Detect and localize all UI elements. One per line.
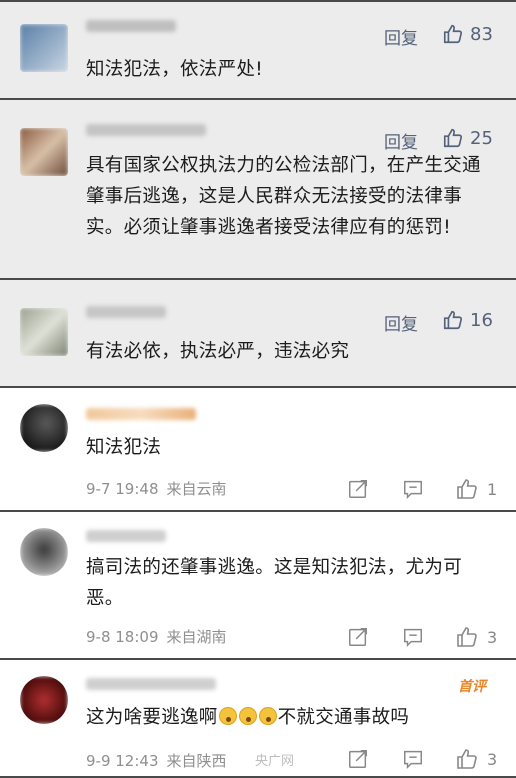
like-button[interactable]: 3 bbox=[455, 625, 497, 649]
reply-button[interactable]: 回复 bbox=[384, 310, 418, 335]
like-button[interactable]: 16 bbox=[442, 309, 493, 331]
like-count: 3 bbox=[487, 749, 498, 769]
comment-text: 搞司法的还肇事逃逸。这是知法犯法，尤为可恶。 bbox=[86, 557, 463, 609]
thumbs-up-icon bbox=[457, 627, 477, 647]
share-icon bbox=[349, 628, 367, 646]
avatar[interactable] bbox=[20, 404, 68, 452]
like-button[interactable]: 25 bbox=[442, 127, 493, 149]
username-blurred[interactable] bbox=[86, 124, 206, 136]
username-blurred[interactable] bbox=[86, 678, 216, 690]
comment-card-2: 回复 25 具有国家公权执法力的公检法部门，在产生交通肇事后逃逸，这是人民群众无… bbox=[0, 98, 516, 278]
thumbs-up-icon bbox=[457, 479, 477, 499]
comment-text-part-1: 这为啥要逃逸啊 bbox=[86, 707, 218, 728]
comment-button[interactable] bbox=[402, 478, 424, 500]
share-button[interactable] bbox=[347, 626, 369, 648]
like-count: 25 bbox=[470, 127, 493, 149]
comment-text: 知法犯法，依法严处! bbox=[86, 59, 263, 80]
avatar[interactable] bbox=[20, 676, 68, 724]
thumbs-up-icon bbox=[457, 749, 477, 769]
avatar[interactable] bbox=[20, 24, 68, 72]
comment-date: 9-8 18:09 bbox=[86, 628, 159, 646]
avatar[interactable] bbox=[20, 128, 68, 176]
comment-location: 来自云南 bbox=[166, 480, 227, 498]
thumbs-up-icon bbox=[443, 310, 463, 330]
thinking-face-emoji-icon bbox=[258, 707, 277, 725]
username-blurred[interactable] bbox=[86, 408, 196, 420]
reply-button[interactable]: 回复 bbox=[384, 24, 418, 49]
like-button[interactable]: 3 bbox=[455, 747, 497, 771]
share-button[interactable] bbox=[347, 478, 369, 500]
comment-icon bbox=[404, 480, 422, 500]
comment-card-4: 知法犯法 9-7 19:48 来自云南 1 bbox=[0, 386, 516, 510]
first-comment-badge: 首评 bbox=[458, 679, 486, 695]
thumbs-up-icon bbox=[443, 128, 463, 148]
share-icon bbox=[349, 480, 367, 498]
username-blurred[interactable] bbox=[86, 530, 166, 542]
avatar[interactable] bbox=[20, 528, 68, 576]
comment-card-5: 搞司法的还肇事逃逸。这是知法犯法，尤为可恶。 9-8 18:09 来自湖南 3 bbox=[0, 510, 516, 658]
comment-date: 9-7 19:48 bbox=[86, 480, 159, 498]
thinking-face-emoji-icon bbox=[218, 707, 237, 725]
comment-location: 来自湖南 bbox=[166, 628, 227, 646]
comment-card-1: 回复 83 知法犯法，依法严处! bbox=[0, 0, 516, 98]
like-button[interactable]: 1 bbox=[455, 477, 497, 501]
comment-meta: 9-7 19:48 来自云南 bbox=[86, 478, 227, 499]
comment-location: 来自陕西 bbox=[166, 752, 227, 770]
comment-text: 这为啥要逃逸啊 不就交通事故吗 bbox=[86, 702, 494, 733]
comment-text: 有法必依，执法必严，违法必究 bbox=[86, 341, 350, 362]
comment-text: 知法犯法 bbox=[86, 437, 162, 458]
like-count: 3 bbox=[487, 627, 498, 647]
username-blurred[interactable] bbox=[86, 306, 166, 318]
comment-meta: 9-9 12:43 来自陕西 bbox=[86, 750, 227, 771]
thumbs-up-icon bbox=[443, 24, 463, 44]
like-button[interactable]: 83 bbox=[442, 23, 493, 45]
username-blurred[interactable] bbox=[86, 20, 176, 32]
comment-text: 具有国家公权执法力的公检法部门，在产生交通肇事后逃逸，这是人民群众无法接受的法律… bbox=[86, 155, 481, 238]
share-button[interactable] bbox=[347, 748, 369, 770]
like-count: 1 bbox=[487, 479, 498, 499]
comment-meta: 9-8 18:09 来自湖南 bbox=[86, 626, 227, 647]
comment-text-part-2: 不就交通事故吗 bbox=[277, 707, 410, 728]
thinking-face-emoji-icon bbox=[238, 707, 257, 725]
comment-button[interactable] bbox=[402, 626, 424, 648]
comment-card-3: 回复 16 有法必依，执法必严，违法必究 bbox=[0, 278, 516, 386]
watermark: 央广网 bbox=[255, 754, 295, 769]
like-count: 83 bbox=[470, 23, 493, 45]
avatar[interactable] bbox=[20, 308, 68, 356]
comment-button[interactable] bbox=[402, 748, 424, 770]
comment-icon bbox=[404, 628, 422, 648]
comment-date: 9-9 12:43 bbox=[86, 752, 159, 770]
comment-card-6: 首评 这为啥要逃逸啊 不就交通事故吗 9-9 12:43 来自陕西 央广网 3 bbox=[0, 658, 516, 778]
share-icon bbox=[349, 750, 367, 768]
comment-icon bbox=[404, 750, 422, 770]
like-count: 16 bbox=[470, 309, 493, 331]
